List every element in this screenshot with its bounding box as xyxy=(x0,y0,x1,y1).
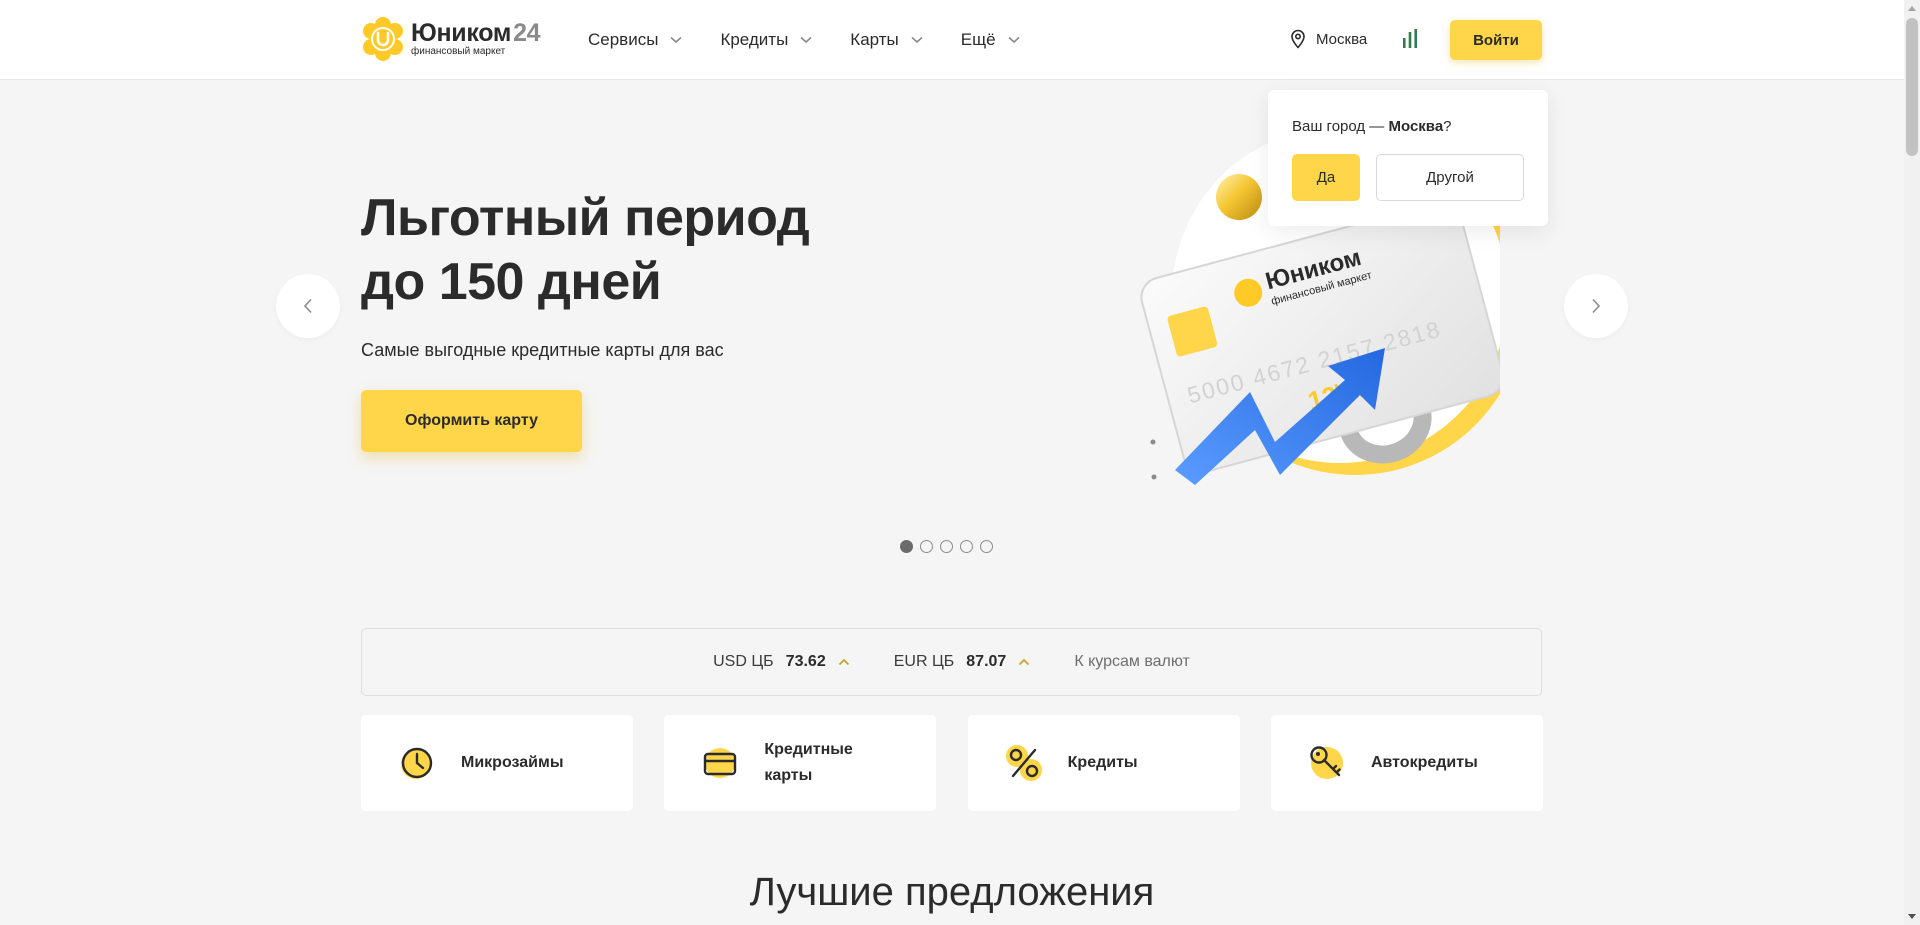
city-other-button[interactable]: Другой xyxy=(1376,154,1524,201)
category-microloans[interactable]: Микрозаймы xyxy=(361,715,633,811)
main-nav: Сервисы Кредиты Карты Ещё xyxy=(588,0,1058,80)
city-selector[interactable]: Москва xyxy=(1290,29,1367,49)
slider-prev-button[interactable] xyxy=(276,274,340,338)
logo-flower-icon xyxy=(363,17,403,61)
logo-name: Юником xyxy=(411,19,512,47)
slider-dot-1[interactable] xyxy=(900,540,913,553)
site-header: Юником24 финансовый маркет Сервисы Креди… xyxy=(0,0,1904,80)
percent-icon xyxy=(1005,745,1042,781)
slider-dot-2[interactable] xyxy=(920,540,933,553)
slider-dot-5[interactable] xyxy=(980,540,993,553)
category-credit-cards[interactable]: Кредитные карты xyxy=(664,715,937,811)
best-offers-title: Лучшие предложения xyxy=(749,870,1155,914)
category-microloans-label: Микрозаймы xyxy=(461,754,564,771)
slider-next-button[interactable] xyxy=(1564,274,1628,338)
bar-chart-icon[interactable] xyxy=(1402,28,1418,50)
chevron-down-icon xyxy=(670,36,682,44)
slider-pagination xyxy=(900,540,1000,553)
city-name: Москва xyxy=(1316,30,1368,48)
city-question-suffix: ? xyxy=(1443,118,1452,135)
nav-more-label: Ещё xyxy=(960,30,996,49)
chevron-right-icon xyxy=(1592,298,1601,314)
hero-title-line2: до 150 дней xyxy=(361,253,662,311)
apply-card-button[interactable]: Оформить карту xyxy=(361,390,582,452)
trend-up-icon xyxy=(838,658,849,666)
chevron-down-icon xyxy=(1007,36,1020,44)
city-question: Ваш город — Москва? xyxy=(1292,118,1452,135)
slider-dot-3[interactable] xyxy=(940,540,953,553)
scroll-down-arrow[interactable] xyxy=(1908,914,1916,919)
clock-icon xyxy=(401,747,433,779)
category-credits[interactable]: Кредиты xyxy=(967,715,1240,811)
map-pin-icon xyxy=(1291,29,1305,49)
eur-rate: EUR ЦБ 87.07 xyxy=(894,653,1031,671)
logo-tagline: финансовый маркет xyxy=(411,46,506,57)
login-button[interactable]: Войти xyxy=(1450,20,1542,60)
currency-rates-bar: USD ЦБ 73.62 EUR ЦБ 87.07 К курсам валют xyxy=(361,628,1542,696)
nav-credits-label: Кредиты xyxy=(720,30,789,49)
currency-rates-link[interactable]: К курсам валют xyxy=(1074,653,1190,671)
hero-subtitle: Самые выгодные кредитные карты для вас xyxy=(361,340,724,360)
city-confirm-popup: Ваш город — Москва? Да Другой xyxy=(1268,90,1548,226)
chevron-down-icon xyxy=(800,36,812,44)
usd-rate: USD ЦБ 73.62 xyxy=(713,653,850,671)
usd-value: 73.62 xyxy=(785,653,826,670)
chevron-left-icon xyxy=(303,298,312,314)
nav-cards-label: Карты xyxy=(850,30,899,49)
usd-label: USD ЦБ xyxy=(713,653,774,670)
slider-dot-4[interactable] xyxy=(960,540,973,553)
nav-services-label: Сервисы xyxy=(588,30,659,49)
eur-value: 87.07 xyxy=(966,653,1007,670)
nav-more[interactable]: Ещё xyxy=(961,30,1020,50)
logo-number: 24 xyxy=(513,19,541,47)
nav-cards[interactable]: Карты xyxy=(850,30,923,50)
eur-label: EUR ЦБ xyxy=(893,653,955,670)
category-credits-label: Кредиты xyxy=(1067,754,1138,771)
chevron-down-icon xyxy=(911,36,923,44)
city-yes-button[interactable]: Да xyxy=(1292,154,1360,201)
category-auto-loans-label: Автокредиты xyxy=(1370,754,1478,771)
scroll-up-arrow[interactable] xyxy=(1908,6,1916,11)
hero-title: Льготный период до 150 дней xyxy=(361,186,921,314)
city-question-prefix: Ваш город — xyxy=(1292,118,1389,135)
category-credit-cards-label: Кредитные карты xyxy=(764,741,853,784)
nav-services[interactable]: Сервисы xyxy=(588,30,682,50)
credit-card-icon xyxy=(704,748,737,778)
page-scrollbar[interactable] xyxy=(1904,0,1920,925)
nav-credits[interactable]: Кредиты xyxy=(720,30,812,50)
category-auto-loans[interactable]: Автокредиты xyxy=(1270,715,1543,811)
logo[interactable]: Юником24 финансовый маркет xyxy=(361,17,541,61)
trend-up-icon xyxy=(1019,658,1030,666)
city-question-city: Москва xyxy=(1388,118,1444,135)
category-cards: Микрозаймы Кредитные карты Кредиты Авток… xyxy=(361,715,1543,811)
key-icon xyxy=(1310,746,1343,779)
scroll-thumb[interactable] xyxy=(1906,18,1918,156)
hero-title-line1: Льготный период xyxy=(361,189,810,247)
